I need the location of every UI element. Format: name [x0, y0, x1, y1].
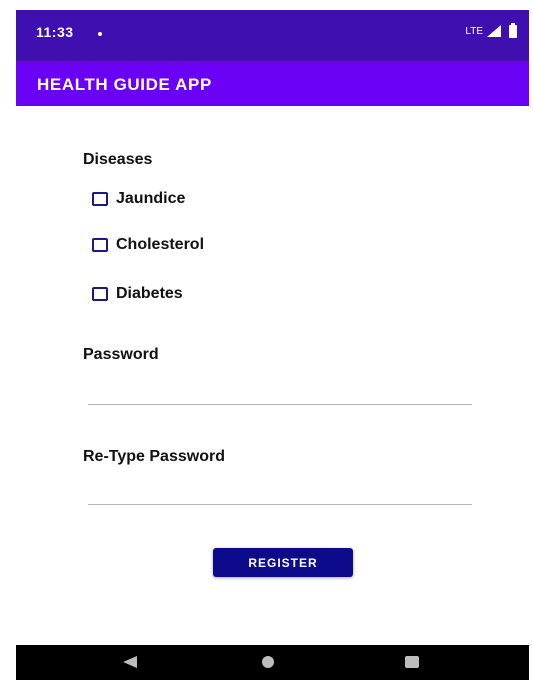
- register-button[interactable]: REGISTER: [213, 548, 353, 577]
- network-type-label: LTE: [465, 25, 483, 37]
- diseases-heading: Diseases: [83, 151, 153, 168]
- checkbox-cholesterol[interactable]: Cholesterol: [92, 234, 204, 256]
- password-underline: [88, 404, 472, 405]
- checkbox-box-icon[interactable]: [92, 238, 108, 252]
- checkbox-box-icon[interactable]: [92, 287, 108, 301]
- status-icons: LTE: [465, 22, 517, 39]
- app-screen: 11:33 LTE HEALTH GUIDE APP Diseases Jaun…: [0, 0, 533, 680]
- battery-icon: [509, 22, 517, 38]
- back-icon[interactable]: [123, 656, 137, 668]
- checkbox-label: Jaundice: [116, 190, 186, 207]
- password-label: Password: [83, 346, 159, 363]
- app-bar: HEALTH GUIDE APP: [16, 61, 529, 106]
- checkbox-label: Cholesterol: [116, 236, 205, 253]
- checkbox-diabetes[interactable]: Diabetes: [92, 283, 183, 305]
- navigation-bar: [16, 645, 529, 680]
- checkbox-jaundice[interactable]: Jaundice: [92, 188, 185, 210]
- checkbox-label: Diabetes: [116, 285, 183, 302]
- checkbox-box-icon[interactable]: [92, 192, 108, 206]
- recents-icon[interactable]: [405, 656, 419, 668]
- password-input[interactable]: [88, 377, 472, 403]
- retype-password-input[interactable]: [88, 477, 472, 503]
- retype-password-underline: [88, 504, 472, 505]
- retype-password-label: Re-Type Password: [83, 448, 225, 465]
- status-bar: 11:33 LTE: [16, 10, 529, 61]
- signal-icon: [487, 25, 501, 37]
- home-icon[interactable]: [262, 656, 274, 668]
- notification-dot-icon: [98, 32, 102, 36]
- app-title: HEALTH GUIDE APP: [37, 75, 212, 94]
- status-time: 11:33: [36, 24, 74, 40]
